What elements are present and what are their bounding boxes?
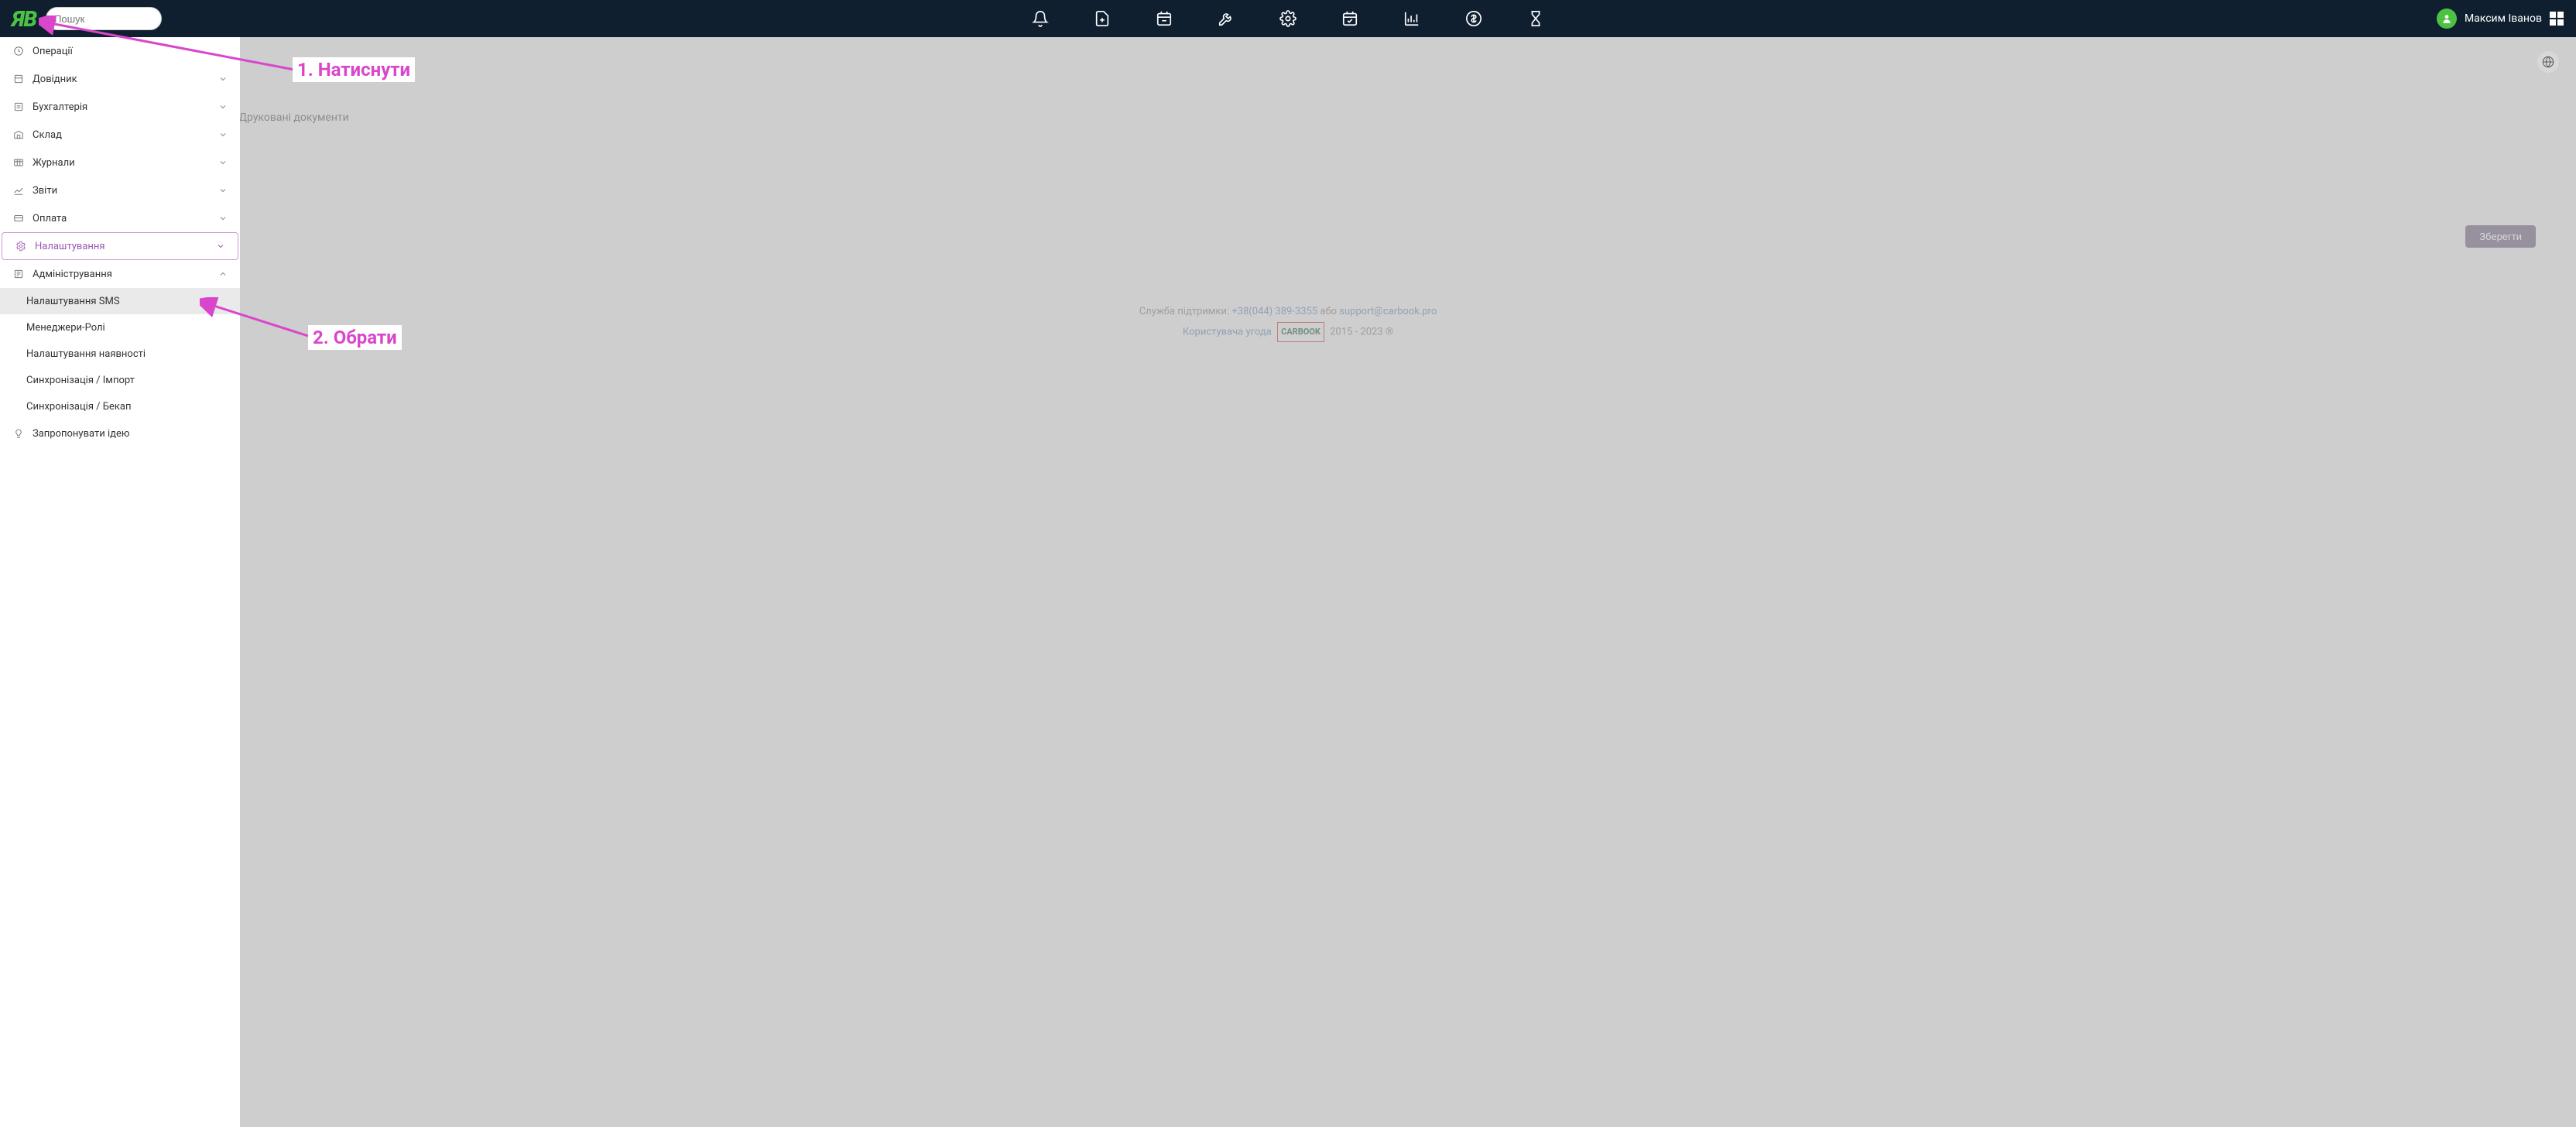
sidebar-item-label: Звіти (33, 185, 57, 197)
sidebar-item-settings[interactable]: Налаштування (2, 232, 238, 260)
reports-icon (12, 184, 25, 197)
settings-icon (15, 240, 27, 252)
warehouse-icon (12, 128, 25, 141)
sidebar-item-label: Склад (33, 129, 62, 141)
username[interactable]: Максим Іванов (2465, 12, 2542, 25)
submenu-availability[interactable]: Налаштування наявності (0, 341, 240, 367)
sidebar-item-label: Запропонувати ідею (33, 428, 129, 440)
operations-icon (12, 45, 25, 57)
add-document-icon[interactable] (1093, 9, 1112, 28)
apps-grid-icon[interactable] (2550, 12, 2564, 26)
chevron-down-icon (218, 158, 228, 167)
avatar[interactable] (2437, 9, 2457, 29)
chevron-down-icon (218, 214, 228, 223)
chevron-down-icon (218, 102, 228, 111)
sidebar-item-operations[interactable]: Операції (0, 37, 240, 65)
submenu-sms-settings[interactable]: Налаштування SMS (0, 288, 240, 314)
calendar-remove-icon[interactable] (1155, 9, 1173, 28)
search-input[interactable] (54, 13, 153, 25)
dollar-icon[interactable] (1464, 9, 1483, 28)
sidebar-item-label: Оплата (33, 213, 67, 224)
sidebar-item-warehouse[interactable]: Склад (0, 121, 240, 149)
modal-overlay[interactable] (0, 37, 2576, 1127)
sidebar-item-directory[interactable]: Довідник (0, 65, 240, 93)
chevron-down-icon (216, 242, 225, 251)
directory-icon (12, 73, 25, 85)
admin-icon (12, 268, 25, 280)
sidebar-item-label: Адміністрування (33, 269, 112, 280)
logo[interactable]: ЯB (12, 6, 36, 32)
wrench-icon[interactable] (1217, 9, 1235, 28)
sidebar-item-suggest-idea[interactable]: Запропонувати ідею (0, 420, 240, 447)
notifications-icon[interactable] (1031, 9, 1050, 28)
submenu-label: Налаштування наявності (26, 348, 146, 360)
app-header: ЯB (0, 0, 2576, 37)
journals-icon (12, 156, 25, 169)
sidebar-item-accounting[interactable]: Бухгалтерія (0, 93, 240, 121)
submenu-label: Налаштування SMS (26, 296, 120, 307)
payment-icon (12, 212, 25, 224)
sidebar: Операції Довідник Бухгалтерія Склад Журн… (0, 37, 240, 1127)
submenu-label: Синхронізація / Бекап (26, 401, 131, 413)
submenu-sync-import[interactable]: Синхронізація / Імпорт (0, 367, 240, 393)
hourglass-icon[interactable] (1526, 9, 1545, 28)
sidebar-item-administration[interactable]: Адміністрування (0, 260, 240, 288)
submenu-sync-backup[interactable]: Синхронізація / Бекап (0, 393, 240, 420)
sidebar-item-label: Журнали (33, 157, 75, 169)
search-box[interactable] (46, 7, 162, 30)
calendar-check-icon[interactable] (1341, 9, 1359, 28)
chevron-down-icon (218, 74, 228, 84)
chevron-down-icon (218, 186, 228, 195)
accounting-icon (12, 101, 25, 113)
sidebar-item-reports[interactable]: Звіти (0, 176, 240, 204)
sidebar-item-label: Довідник (33, 74, 77, 85)
sidebar-item-label: Налаштування (35, 241, 105, 252)
main-area: роботи Пости Країна Інше Друковані докум… (0, 37, 2576, 1127)
sidebar-item-payment[interactable]: Оплата (0, 204, 240, 232)
chart-icon[interactable] (1403, 9, 1421, 28)
chevron-up-icon (218, 269, 228, 279)
chevron-down-icon (218, 130, 228, 139)
submenu-managers-roles[interactable]: Менеджери-Ролі (0, 314, 240, 341)
submenu-label: Синхронізація / Імпорт (26, 375, 135, 386)
header-user-area: Максим Іванов (2437, 9, 2564, 29)
sidebar-item-label: Бухгалтерія (33, 101, 87, 113)
sidebar-item-journals[interactable]: Журнали (0, 149, 240, 176)
idea-icon (12, 427, 25, 440)
submenu-label: Менеджери-Ролі (26, 322, 105, 334)
sidebar-item-label: Операції (33, 46, 73, 57)
language-button[interactable] (2537, 51, 2559, 73)
gear-icon[interactable] (1279, 9, 1297, 28)
header-toolbar (1031, 9, 1545, 28)
